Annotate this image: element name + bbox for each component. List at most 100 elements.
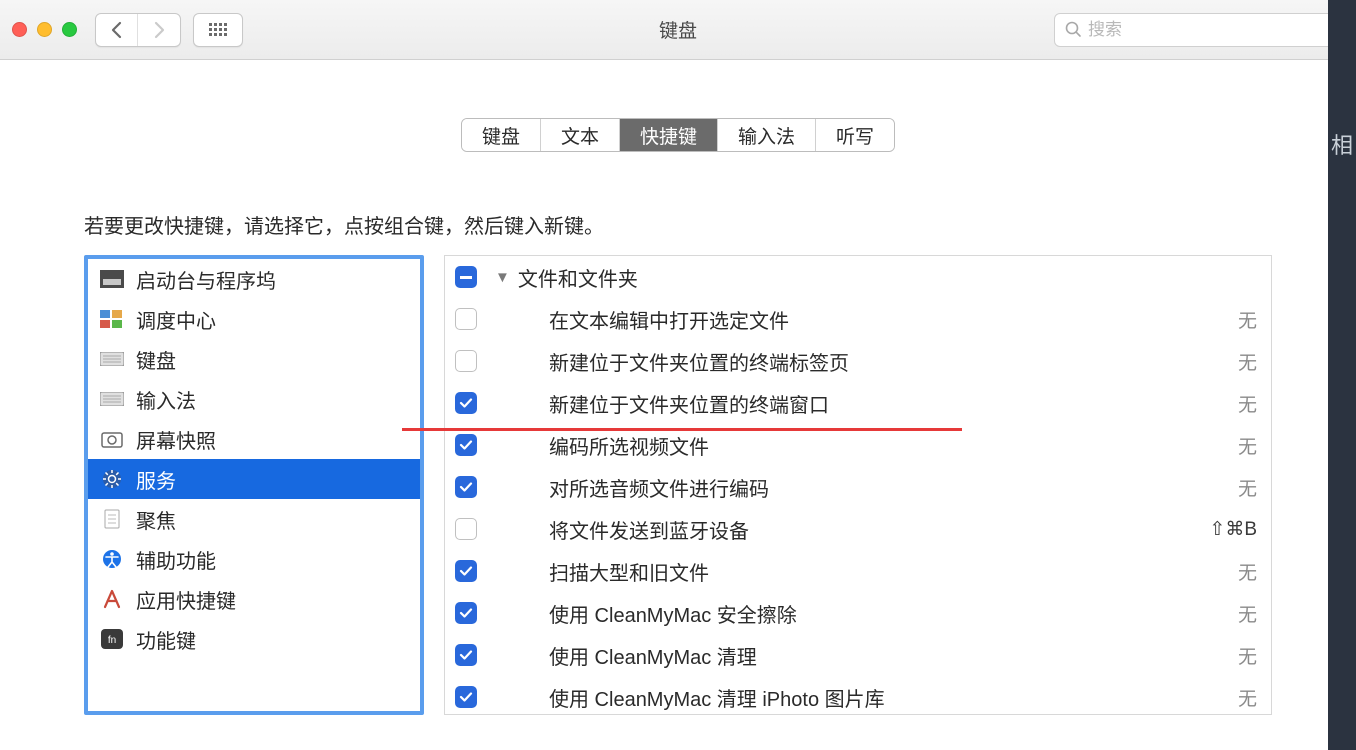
- service-row[interactable]: 编码所选视频文件 无: [445, 424, 1271, 466]
- sidebar-item-launchpad[interactable]: 启动台与程序坞: [88, 259, 420, 299]
- checkbox[interactable]: [455, 350, 477, 372]
- service-label: 使用 CleanMyMac 安全擦除: [549, 599, 1238, 628]
- tab-input-sources[interactable]: 输入法: [718, 119, 816, 151]
- service-row[interactable]: 使用 CleanMyMac 安全擦除 无: [445, 592, 1271, 634]
- tab-shortcuts[interactable]: 快捷键: [620, 119, 718, 151]
- back-button[interactable]: [96, 14, 138, 46]
- tabstrip: 键盘 文本 快捷键 输入法 听写: [0, 60, 1356, 152]
- sidebar-item-mission-control[interactable]: 调度中心: [88, 299, 420, 339]
- sidebar-item-label: 输入法: [136, 385, 196, 414]
- search-input[interactable]: [1088, 20, 1333, 40]
- shortcut-value[interactable]: 无: [1238, 474, 1257, 501]
- service-row[interactable]: 使用 CleanMyMac 清理 iPhoto 图片库 无: [445, 676, 1271, 715]
- forward-button[interactable]: [138, 14, 180, 46]
- checkbox[interactable]: [455, 644, 477, 666]
- service-label: 将文件发送到蓝牙设备: [549, 515, 1209, 544]
- document-icon: [100, 509, 124, 529]
- sidebar-item-screenshots[interactable]: 屏幕快照: [88, 419, 420, 459]
- checkbox[interactable]: [455, 434, 477, 456]
- sidebar-item-app-shortcuts[interactable]: 应用快捷键: [88, 579, 420, 619]
- checkbox[interactable]: [455, 686, 477, 708]
- shortcut-value[interactable]: 无: [1238, 642, 1257, 669]
- sidebar-item-spotlight[interactable]: 聚焦: [88, 499, 420, 539]
- checkbox[interactable]: [455, 518, 477, 540]
- shortcut-value[interactable]: ⇧⌘B: [1209, 518, 1257, 541]
- service-label: 在文本编辑中打开选定文件: [549, 305, 1238, 334]
- service-label: 编码所选视频文件: [549, 431, 1238, 460]
- service-row[interactable]: 扫描大型和旧文件 无: [445, 550, 1271, 592]
- shortcut-value[interactable]: 无: [1238, 600, 1257, 627]
- sidebar-item-label: 屏幕快照: [136, 425, 216, 454]
- service-row[interactable]: 新建位于文件夹位置的终端窗口 无: [445, 382, 1271, 424]
- sidebar-item-keyboard[interactable]: 键盘: [88, 339, 420, 379]
- app-icon: [100, 589, 124, 609]
- service-row[interactable]: 使用 CleanMyMac 清理 无: [445, 634, 1271, 676]
- sidebar-item-label: 功能键: [136, 625, 196, 654]
- sidebar-item-accessibility[interactable]: 辅助功能: [88, 539, 420, 579]
- service-label: 对所选音频文件进行编码: [549, 473, 1238, 502]
- checkbox[interactable]: [455, 602, 477, 624]
- services-group-header[interactable]: ▼ 文件和文件夹: [445, 256, 1271, 298]
- maximize-button[interactable]: [62, 22, 77, 37]
- keyboard-icon: [100, 389, 124, 409]
- keyboard-icon: [100, 349, 124, 369]
- sidebar-item-services[interactable]: 服务: [88, 459, 420, 499]
- service-row[interactable]: 在文本编辑中打开选定文件 无: [445, 298, 1271, 340]
- category-sidebar[interactable]: 启动台与程序坞 调度中心 键盘: [84, 255, 424, 715]
- minimize-button[interactable]: [37, 22, 52, 37]
- titlebar: 键盘: [0, 0, 1356, 60]
- sidebar-item-label: 辅助功能: [136, 545, 216, 574]
- service-label: 使用 CleanMyMac 清理: [549, 641, 1238, 670]
- service-label: 新建位于文件夹位置的终端窗口: [549, 389, 1238, 418]
- tab-text[interactable]: 文本: [541, 119, 620, 151]
- instruction-text: 若要更改快捷键，请选择它，点按组合键，然后键入新键。: [0, 152, 1356, 255]
- close-button[interactable]: [12, 22, 27, 37]
- system-prefs-window: 键盘 键盘 文本 快捷键 输入法 听写 若要更改快捷键，请选择它，点按组合键，然…: [0, 0, 1356, 750]
- camera-icon: [100, 429, 124, 449]
- group-label: 文件和文件夹: [518, 263, 1257, 292]
- shortcut-value[interactable]: 无: [1238, 558, 1257, 585]
- checkbox[interactable]: [455, 392, 477, 414]
- adjacent-window-strip: 相: [1328, 0, 1356, 750]
- fn-icon: fn: [100, 629, 124, 649]
- search-box[interactable]: [1054, 13, 1344, 47]
- sidebar-item-label: 聚焦: [136, 505, 176, 534]
- traffic-lights: [12, 22, 77, 37]
- disclosure-triangle-icon[interactable]: ▼: [495, 269, 510, 286]
- nav-buttons: [95, 13, 181, 47]
- shortcut-value[interactable]: 无: [1238, 432, 1257, 459]
- service-row[interactable]: 将文件发送到蓝牙设备 ⇧⌘B: [445, 508, 1271, 550]
- services-list[interactable]: ▼ 文件和文件夹 在文本编辑中打开选定文件 无 新建位于文件夹位置的终端标签页 …: [444, 255, 1272, 715]
- shortcut-value[interactable]: 无: [1238, 390, 1257, 417]
- shortcut-value[interactable]: 无: [1238, 348, 1257, 375]
- sidebar-item-label: 调度中心: [136, 305, 216, 334]
- search-icon: [1065, 21, 1082, 38]
- sidebar-item-label: 键盘: [136, 345, 176, 374]
- adjacent-window-text: 相: [1331, 128, 1353, 160]
- checkbox[interactable]: [455, 560, 477, 582]
- mission-control-icon: [100, 309, 124, 329]
- checkbox[interactable]: [455, 476, 477, 498]
- split-view: 启动台与程序坞 调度中心 键盘: [0, 255, 1356, 715]
- service-label: 使用 CleanMyMac 清理 iPhoto 图片库: [549, 683, 1238, 712]
- sidebar-item-input-sources[interactable]: 输入法: [88, 379, 420, 419]
- tab-keyboard[interactable]: 键盘: [462, 119, 541, 151]
- tab-dictation[interactable]: 听写: [816, 119, 894, 151]
- shortcut-value[interactable]: 无: [1238, 306, 1257, 333]
- svg-text:fn: fn: [108, 635, 116, 646]
- service-label: 新建位于文件夹位置的终端标签页: [549, 347, 1238, 376]
- checkbox-mixed[interactable]: [455, 266, 477, 288]
- checkbox[interactable]: [455, 308, 477, 330]
- accessibility-icon: [100, 549, 124, 569]
- service-row[interactable]: 新建位于文件夹位置的终端标签页 无: [445, 340, 1271, 382]
- grid-icon: [209, 23, 227, 36]
- tabs: 键盘 文本 快捷键 输入法 听写: [461, 118, 895, 152]
- service-row[interactable]: 对所选音频文件进行编码 无: [445, 466, 1271, 508]
- sidebar-item-label: 服务: [136, 465, 176, 494]
- gear-icon: [100, 469, 124, 489]
- launchpad-icon: [100, 269, 124, 289]
- sidebar-item-function-keys[interactable]: fn 功能键: [88, 619, 420, 659]
- show-all-button[interactable]: [193, 13, 243, 47]
- shortcut-value[interactable]: 无: [1238, 684, 1257, 711]
- sidebar-item-label: 启动台与程序坞: [136, 265, 276, 294]
